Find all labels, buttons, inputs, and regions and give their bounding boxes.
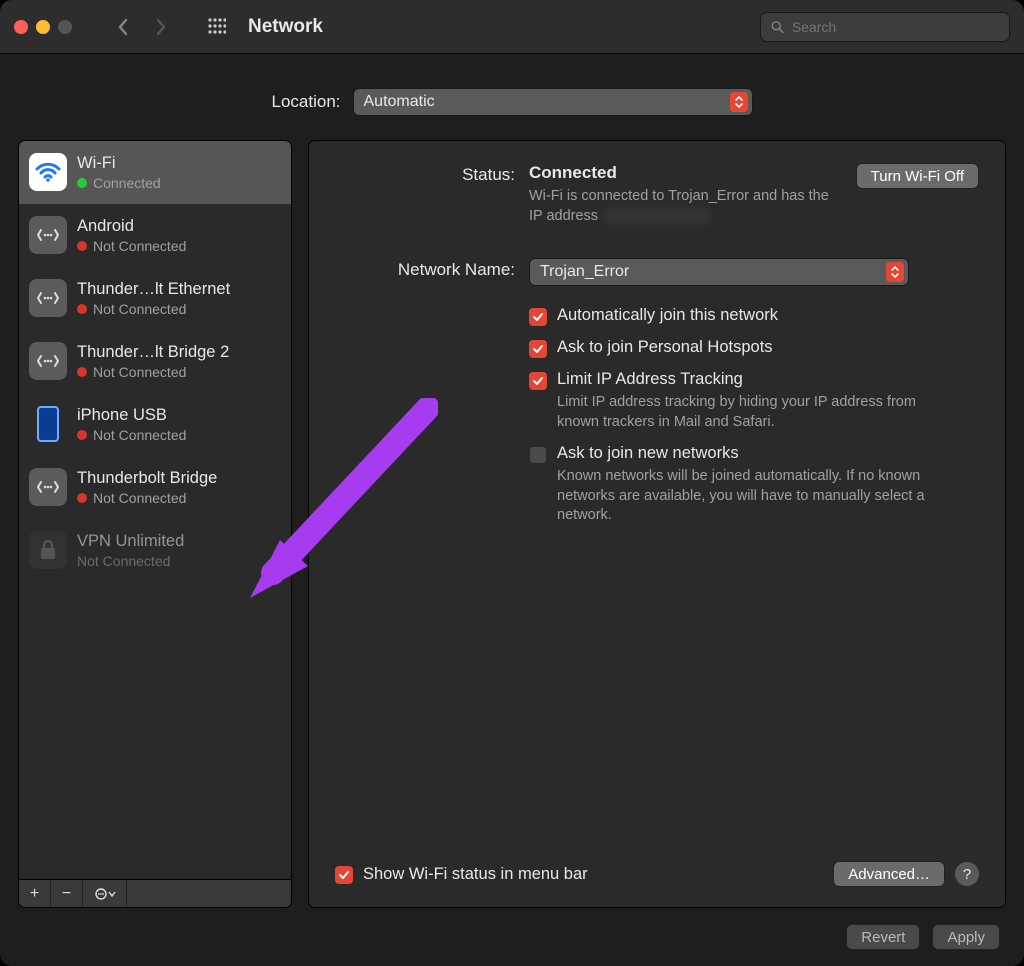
option-row: Ask to join Personal Hotspots — [529, 338, 979, 358]
wifi-icon — [29, 153, 67, 191]
apply-button[interactable]: Apply — [932, 924, 1000, 950]
service-status: Not Connected — [77, 301, 230, 317]
services-list: Wi-FiConnectedAndroidNot ConnectedThunde… — [19, 141, 291, 879]
ip-address-redacted — [602, 207, 712, 225]
service-name: VPN Unlimited — [77, 532, 184, 551]
eth-icon — [29, 216, 67, 254]
chevron-up-down-icon — [730, 92, 748, 112]
location-row: Location: Automatic — [18, 88, 1006, 116]
minimize-button[interactable] — [36, 20, 50, 34]
service-status: Not Connected — [77, 553, 184, 569]
location-select[interactable]: Automatic — [353, 88, 753, 116]
sidebar-item-thunderbolt-bridge[interactable]: Thunderbolt Bridge Not Connected — [19, 456, 291, 519]
add-service-button[interactable]: + — [19, 880, 51, 907]
help-button[interactable]: ? — [955, 862, 979, 886]
option-label: Automatically join this network — [557, 306, 778, 325]
status-dot — [77, 304, 87, 314]
search-input[interactable] — [790, 18, 999, 36]
option-label: Ask to join Personal Hotspots — [557, 338, 773, 357]
traffic-lights — [14, 20, 72, 34]
service-name: Thunder…lt Bridge 2 — [77, 343, 229, 362]
status-dot — [77, 430, 87, 440]
service-status: Connected — [77, 175, 161, 191]
option-row: Limit IP Address Tracking Limit IP addres… — [529, 370, 979, 432]
window-title: Network — [248, 16, 323, 38]
status-label: Status: — [335, 163, 515, 226]
eth-icon — [29, 279, 67, 317]
status-dot — [77, 367, 87, 377]
eth-icon — [29, 468, 67, 506]
option-checkbox[interactable] — [529, 372, 547, 390]
forward-button[interactable] — [144, 12, 178, 42]
nav-buttons — [106, 12, 178, 42]
option-checkbox[interactable] — [529, 340, 547, 358]
status-value: Connected — [529, 163, 838, 183]
option-checkbox[interactable] — [529, 308, 547, 326]
status-dot — [77, 493, 87, 503]
network-name-value: Trojan_Error — [540, 263, 629, 281]
preferences-window: Network Location: Automatic Wi-Fi Connect… — [0, 0, 1024, 966]
close-button[interactable] — [14, 20, 28, 34]
show-all-button[interactable] — [202, 12, 232, 42]
toggle-wifi-button[interactable]: Turn Wi-Fi Off — [856, 163, 979, 189]
search-field[interactable] — [760, 12, 1010, 42]
titlebar: Network — [0, 0, 1024, 54]
zoom-button[interactable] — [58, 20, 72, 34]
chevron-up-down-icon — [886, 262, 904, 282]
sidebar-item-thunder-lt-ethernet[interactable]: Thunder…lt Ethernet Not Connected — [19, 267, 291, 330]
service-status: Not Connected — [77, 427, 186, 443]
service-name: Thunderbolt Bridge — [77, 469, 217, 488]
sidebar-item-wi-fi[interactable]: Wi-Fi Connected — [19, 141, 291, 204]
location-value: Automatic — [364, 93, 435, 111]
network-name-label: Network Name: — [335, 258, 515, 286]
status-dot — [77, 178, 87, 188]
status-dot — [77, 241, 87, 251]
eth-icon — [29, 342, 67, 380]
option-label: Limit IP Address Tracking — [557, 370, 937, 389]
option-description: Known networks will be joined automatica… — [557, 467, 937, 526]
service-status: Not Connected — [77, 490, 217, 506]
sidebar-item-android[interactable]: Android Not Connected — [19, 204, 291, 267]
option-description: Limit IP address tracking by hiding your… — [557, 393, 937, 432]
sidebar-toolbar: + − — [19, 879, 291, 907]
service-name: Wi-Fi — [77, 154, 161, 173]
options: Automatically join this network Ask to jo… — [335, 306, 979, 526]
option-checkbox[interactable] — [529, 446, 547, 464]
service-status: Not Connected — [77, 238, 186, 254]
search-icon — [771, 20, 784, 34]
option-label: Ask to join new networks — [557, 444, 937, 463]
service-name: Thunder…lt Ethernet — [77, 280, 230, 299]
revert-button[interactable]: Revert — [846, 924, 920, 950]
service-detail-panel: Status: Connected Wi-Fi is connected to … — [308, 140, 1006, 908]
sidebar-item-vpn-unlimited[interactable]: VPN Unlimited Not Connected — [19, 519, 291, 582]
services-sidebar: Wi-FiConnectedAndroidNot ConnectedThunde… — [18, 140, 292, 908]
status-description: Wi-Fi is connected to Trojan_Error and h… — [529, 187, 838, 226]
sidebar-item-thunder-lt-bridge-2[interactable]: Thunder…lt Bridge 2 Not Connected — [19, 330, 291, 393]
advanced-button[interactable]: Advanced… — [833, 861, 945, 887]
show-menubar-checkbox[interactable] — [335, 866, 353, 884]
show-menubar-label: Show Wi-Fi status in menu bar — [363, 865, 588, 884]
location-label: Location: — [272, 92, 341, 112]
option-row: Ask to join new networks Known networks w… — [529, 444, 979, 526]
service-status: Not Connected — [77, 364, 229, 380]
more-actions-button[interactable] — [83, 880, 127, 907]
lock-icon — [29, 531, 67, 569]
back-button[interactable] — [106, 12, 140, 42]
service-name: iPhone USB — [77, 406, 186, 425]
network-name-select[interactable]: Trojan_Error — [529, 258, 909, 286]
footer: Revert Apply — [18, 908, 1006, 952]
sidebar-item-iphone-usb[interactable]: iPhone USB Not Connected — [19, 393, 291, 456]
remove-service-button[interactable]: − — [51, 880, 83, 907]
iphone-icon — [37, 406, 59, 442]
service-name: Android — [77, 217, 186, 236]
option-row: Automatically join this network — [529, 306, 979, 326]
